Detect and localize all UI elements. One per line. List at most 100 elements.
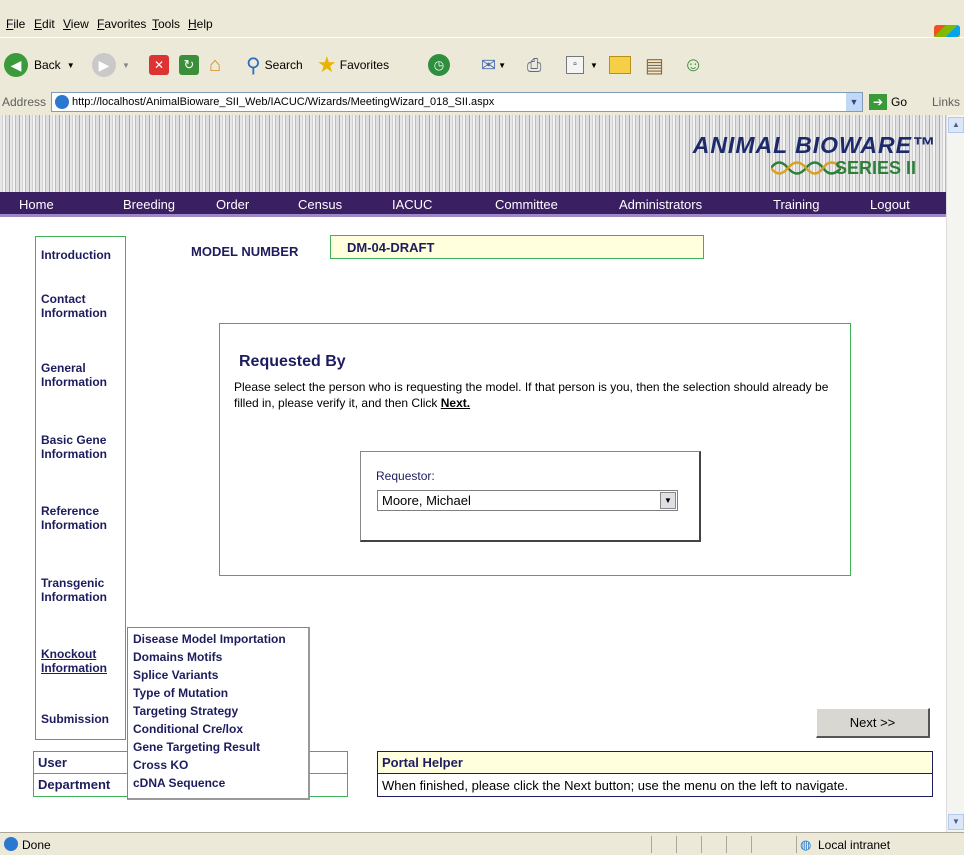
left-menu-transgenic-information[interactable]: Transgenic Information [41, 576, 121, 604]
print-button[interactable]: ⎙ [527, 51, 541, 79]
portal-helper: Portal Helper When finished, please clic… [377, 751, 933, 797]
chevron-down-icon: ▼ [590, 60, 598, 70]
flyout-item-gene-targeting-result[interactable]: Gene Targeting Result [133, 740, 260, 754]
left-menu-submission[interactable]: Submission [41, 712, 109, 726]
favorites-button[interactable]: ★ Favorites [317, 51, 389, 79]
left-menu-knockout-information[interactable]: Knockout Information [41, 647, 121, 675]
back-button[interactable]: ◀ Back ▼ [4, 51, 75, 79]
logo-subtitle: SERIES II [834, 158, 916, 178]
scroll-up-icon[interactable]: ▲ [948, 117, 964, 133]
refresh-button[interactable]: ↻ [179, 51, 199, 79]
nav-administrators[interactable]: Administrators [619, 197, 702, 212]
left-menu-general-information[interactable]: General Information [41, 361, 121, 389]
requestor-box: Requestor: Moore, Michael ▼ [360, 451, 701, 542]
requestor-selected-value: Moore, Michael [382, 493, 471, 508]
chevron-down-icon: ▼ [66, 60, 75, 70]
nav-home[interactable]: Home [19, 197, 54, 212]
browser-window: File Edit View Favorites Tools Help ◀ Ba… [0, 0, 964, 855]
next-button[interactable]: Next >> [816, 708, 930, 738]
print-icon: ⎙ [527, 54, 542, 75]
go-arrow-icon: ➔ [869, 94, 887, 110]
flyout-item-targeting-strategy[interactable]: Targeting Strategy [133, 704, 238, 718]
status-divider [726, 836, 727, 853]
stop-button[interactable]: ✕ [149, 51, 169, 79]
vertical-scrollbar[interactable]: ▲ ▼ [946, 115, 964, 832]
page-viewport: ANIMAL BIOWARE™ SERIES II Home Breeding … [0, 115, 946, 832]
forward-arrow-icon: ▶ [92, 53, 116, 77]
status-divider [676, 836, 677, 853]
mail-button[interactable]: ✉ ▼ [481, 51, 506, 79]
menu-help[interactable]: Help [188, 17, 213, 31]
model-number-label: MODEL NUMBER [191, 244, 299, 259]
left-menu-contact-information[interactable]: Contact Information [41, 292, 121, 320]
refresh-icon: ↻ [179, 55, 199, 75]
nav-training[interactable]: Training [773, 197, 819, 212]
status-divider [751, 836, 752, 853]
search-icon: ⚲ [246, 54, 261, 77]
logo-title: ANIMAL BIOWARE™ [692, 132, 936, 158]
status-divider [701, 836, 702, 853]
dna-helix-icon [771, 161, 841, 175]
address-label: Address [2, 95, 47, 109]
scroll-down-icon[interactable]: ▼ [948, 814, 964, 830]
left-menu-basic-gene-information[interactable]: Basic Gene Information [41, 433, 121, 461]
address-bar: Address http://localhost/AnimalBioware_S… [0, 90, 964, 114]
flyout-item-cdna-sequence[interactable]: cDNA Sequence [133, 776, 225, 790]
panel-title: Requested By [239, 353, 346, 370]
department-label: Department [38, 777, 111, 792]
menu-favorites[interactable]: Favorites [97, 17, 146, 31]
address-input[interactable]: http://localhost/AnimalBioware_SII_Web/I… [51, 92, 863, 112]
flyout-item-conditional-cre-lox[interactable]: Conditional Cre/lox [133, 722, 243, 736]
flyout-item-domains-motifs[interactable]: Domains Motifs [133, 650, 222, 664]
nav-iacuc[interactable]: IACUC [392, 197, 432, 212]
forward-button[interactable]: ▶ ▼ [92, 51, 130, 79]
user-label: User [38, 755, 67, 770]
back-arrow-icon: ◀ [4, 53, 28, 77]
menu-file[interactable]: File [6, 17, 25, 31]
nav-census[interactable]: Census [298, 197, 342, 212]
chevron-down-icon[interactable]: ▼ [660, 492, 676, 509]
requestor-label: Requestor: [376, 469, 435, 483]
nav-breeding[interactable]: Breeding [123, 197, 175, 212]
flyout-item-type-of-mutation[interactable]: Type of Mutation [133, 686, 228, 700]
back-label: Back [34, 58, 61, 72]
address-dropdown-icon[interactable]: ▼ [846, 93, 862, 111]
left-menu-reference-information[interactable]: Reference Information [41, 504, 121, 532]
links-button[interactable]: Links [932, 95, 960, 109]
next-link[interactable]: Next. [441, 396, 470, 410]
panel-instructions: Please select the person who is requesti… [234, 379, 834, 411]
security-zone: Local intranet [818, 838, 891, 852]
nav-order[interactable]: Order [216, 197, 249, 212]
main-nav: Home Breeding Order Census IACUC Committ… [0, 192, 946, 217]
flyout-item-disease-model-importation[interactable]: Disease Model Importation [133, 632, 286, 646]
edit-button[interactable]: ▫ ▼ [566, 51, 598, 79]
requestor-select[interactable]: Moore, Michael ▼ [377, 490, 678, 511]
research-button[interactable]: ▤ [645, 51, 664, 79]
status-bar: Done ◍ Local intranet [0, 832, 964, 855]
requested-by-panel: Requested By Please select the person wh… [219, 323, 851, 576]
search-label: Search [264, 58, 303, 72]
go-label: Go [891, 95, 908, 109]
nav-logout[interactable]: Logout [870, 197, 910, 212]
history-icon: ◷ [428, 54, 450, 76]
search-button[interactable]: ⚲ Search [246, 51, 303, 79]
stop-icon: ✕ [149, 55, 169, 75]
menu-tools[interactable]: Tools [152, 17, 180, 31]
status-divider [651, 836, 652, 853]
home-button[interactable]: ⌂ [209, 51, 231, 79]
history-button[interactable]: ◷ [428, 51, 450, 79]
flyout-item-splice-variants[interactable]: Splice Variants [133, 668, 218, 682]
nav-committee[interactable]: Committee [495, 197, 558, 212]
messenger-button[interactable]: ☺ [683, 51, 703, 79]
discuss-button[interactable] [609, 51, 631, 79]
menu-view[interactable]: View [63, 17, 89, 31]
menu-edit[interactable]: Edit [34, 17, 55, 31]
folder-icon [609, 56, 631, 74]
go-button[interactable]: ➔ Go [869, 93, 927, 111]
research-icon: ▤ [645, 54, 664, 77]
flyout-item-cross-ko[interactable]: Cross KO [133, 758, 188, 772]
banner: ANIMAL BIOWARE™ SERIES II [0, 115, 946, 192]
left-menu-introduction[interactable]: Introduction [41, 248, 111, 262]
messenger-icon: ☺ [683, 53, 704, 76]
home-icon: ⌂ [209, 54, 222, 76]
